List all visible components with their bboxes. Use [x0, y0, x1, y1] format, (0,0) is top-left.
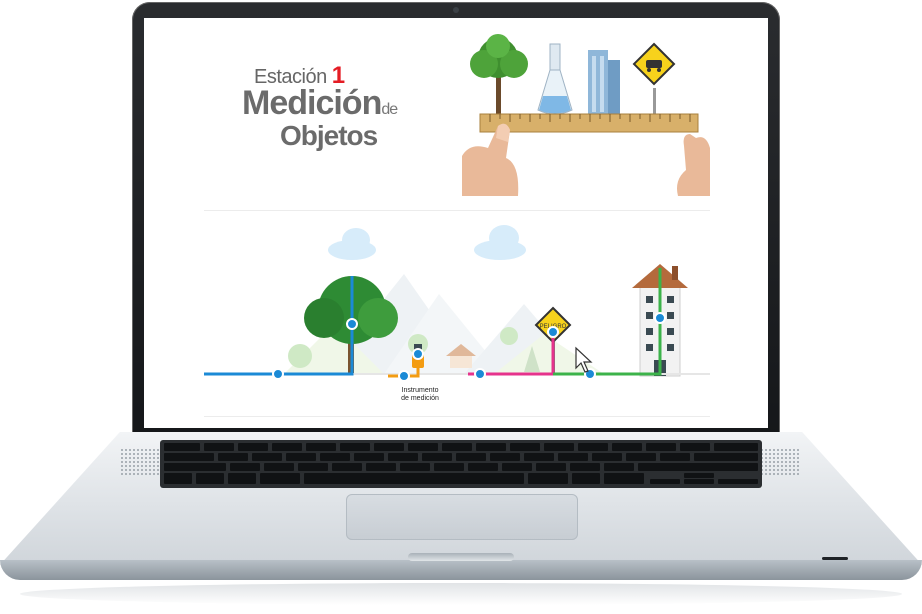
- hero-illustration: [462, 34, 710, 196]
- instrument-label-1: Instrumento: [402, 387, 439, 394]
- node-blue-ground: [272, 368, 284, 380]
- cloud-icon: [474, 225, 526, 260]
- node-instrument: [398, 370, 410, 382]
- instrument-label-2: de medición: [401, 395, 439, 402]
- status-led: [822, 557, 848, 560]
- hero-tree-icon: [470, 34, 528, 114]
- laptop-mockup: Estación 1 Mediciónde Objetos Instrument…: [0, 0, 922, 614]
- flask-icon: [537, 43, 573, 115]
- skyscraper-icon: [588, 50, 620, 114]
- car-warning-sign-icon: [632, 42, 676, 114]
- screen: Estación 1 Mediciónde Objetos Instrument…: [144, 18, 768, 428]
- trackpad: [346, 494, 578, 540]
- keyboard: [160, 440, 762, 488]
- node-building: [654, 312, 666, 324]
- title-de: de: [381, 101, 398, 118]
- title-line2: Objetos: [280, 120, 378, 151]
- measurement-scene: PELIGRO: [204, 225, 710, 402]
- node-instrument-top: [412, 348, 424, 360]
- hand-left-icon: [462, 123, 519, 196]
- node-pink-start: [474, 368, 486, 380]
- laptop-reflection: [20, 583, 902, 605]
- station-title: Estación 1 Mediciónde Objetos: [242, 62, 432, 182]
- speaker-right: [756, 448, 800, 476]
- node-tree: [346, 318, 358, 330]
- title-medicion: Mediciónde: [242, 84, 398, 123]
- ruler-icon: [479, 113, 699, 133]
- screen-bezel: Estación 1 Mediciónde Objetos Instrument…: [132, 2, 780, 438]
- node-sign: [547, 326, 559, 338]
- camera-dot: [453, 7, 459, 13]
- cloud-icon: [328, 228, 376, 260]
- speaker-left: [120, 448, 164, 476]
- laptop-front-edge: [0, 560, 922, 580]
- divider-bottom: [204, 416, 710, 417]
- lid-notch: [408, 553, 514, 561]
- divider-top: [204, 210, 710, 211]
- hand-right-icon: [677, 134, 710, 196]
- title-line1: Medición: [242, 84, 382, 122]
